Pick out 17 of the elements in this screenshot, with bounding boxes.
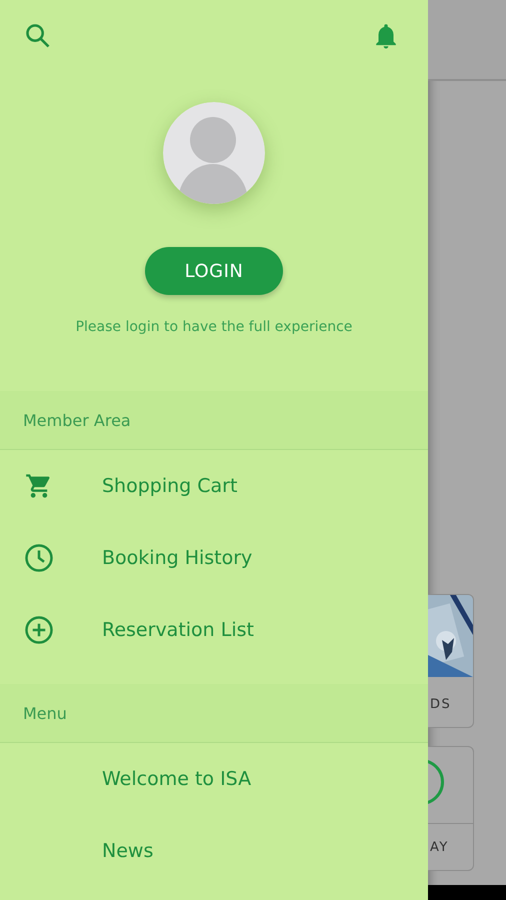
login-button[interactable]: LOGIN <box>145 247 283 295</box>
card-label: AY <box>429 838 450 856</box>
card[interactable]: AY <box>428 746 474 871</box>
add-circle-icon <box>24 615 54 645</box>
search-icon[interactable] <box>24 22 52 50</box>
menu-item[interactable]: Welcome to ISA <box>102 768 252 790</box>
menu-item[interactable]: News <box>102 840 154 862</box>
menu-item[interactable]: Shopping Cart <box>102 475 238 497</box>
section-header: Menu <box>0 684 428 743</box>
section-header: Member Area <box>0 391 428 450</box>
card[interactable]: DS <box>428 594 474 728</box>
menu-item[interactable]: Booking History <box>102 547 252 569</box>
login-hint: Please login to have the full experience <box>76 319 352 335</box>
clock-icon <box>24 543 54 573</box>
card-label: DS <box>429 696 452 714</box>
avatar-icon <box>163 102 265 204</box>
menu-item[interactable]: Reservation List <box>102 619 254 641</box>
